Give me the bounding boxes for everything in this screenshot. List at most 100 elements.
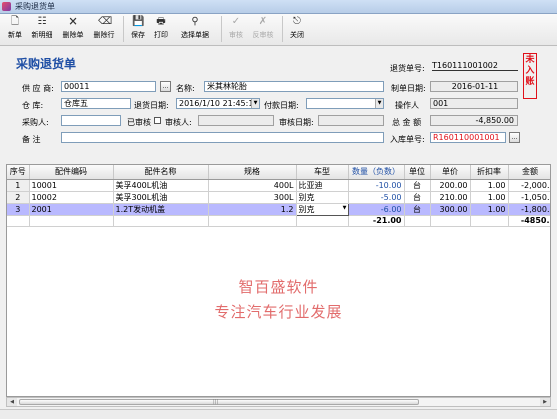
col-header-model[interactable]: 车型 [296,165,349,180]
window-titlebar: 采购退货单 [0,0,557,14]
cell-amount[interactable]: -1,800. [508,203,550,216]
supplier-code-field[interactable]: 00011 [61,81,156,92]
cell-spec[interactable]: 300L [208,191,297,204]
inbound-no-field[interactable]: R160110001001 [430,132,506,143]
chevron-down-icon[interactable]: ▼ [375,99,383,108]
col-header-discount[interactable]: 折扣率 [470,165,509,180]
delete-row-button[interactable]: ⌫ 删除行 [89,14,119,44]
print-button[interactable]: 🖶 打印 [150,14,172,44]
remark-field[interactable] [61,132,384,143]
new-detail-button[interactable]: ☷ 新明细 [27,14,57,44]
cell-price[interactable]: 210.00 [430,191,471,204]
cell-name[interactable]: 美孚300L机油 [113,191,209,204]
row-number: 1 [7,179,30,192]
total-amount-field: -4,850.00 [430,115,518,126]
inbound-no-label: 入库单号: [390,135,425,144]
delete-row-icon: ⌫ [98,16,113,27]
cell-model[interactable]: 别克 [296,191,349,204]
delete-doc-button[interactable]: 🗙 删除单 [58,14,88,44]
col-header-name[interactable]: 配件名称 [113,165,209,180]
audit-date-label: 审核日期: [279,118,314,127]
cell-code[interactable]: 2001 [29,203,114,216]
cell-qty[interactable]: -6.00 [348,203,405,216]
cell-qty[interactable]: -10.00 [348,179,405,192]
warehouse-field[interactable]: 仓库五 [61,98,131,109]
inbound-lookup-button[interactable]: … [509,132,520,143]
col-header-code[interactable]: 配件编码 [29,165,114,180]
new-doc-button[interactable]: 🗋 新单 [4,14,26,44]
cell-model-dropdown[interactable]: 别克 ▼ [295,202,349,216]
cell-discount[interactable]: 1.00 [470,191,509,204]
chevron-down-icon[interactable]: ▼ [343,205,347,211]
purchaser-label: 采购人: [22,118,49,127]
print-icon: 🖶 [156,16,166,27]
binoculars-icon: ⚲ [191,16,199,27]
audited-checkbox[interactable] [154,117,161,124]
total-qty: -21.00 [348,215,405,227]
doc-no-label: 退货单号: [390,64,425,73]
cell-name[interactable]: 美孚400L机油 [113,179,209,192]
cell-price[interactable]: 300.00 [430,203,471,216]
totals-blank [430,215,471,227]
unaudit-icon: ✗ [258,16,268,27]
col-header-no[interactable]: 序号 [7,165,30,180]
audit-icon: ✓ [231,16,241,27]
supplier-name-field[interactable]: 米其林轮胎 [204,81,384,92]
cell-discount[interactable]: 1.00 [470,179,509,192]
table-row[interactable]: 2 10002 美孚300L机油 300L 别克 -5.00 台 210.00 … [7,191,550,204]
select-document-button[interactable]: ⚲ 选择单据 [173,14,217,44]
operator-field: 001 [430,98,518,109]
cell-spec[interactable]: 1.2 [208,203,297,216]
cell-spec[interactable]: 400L [208,179,297,192]
col-header-qty[interactable]: 数量（负数） [348,165,405,180]
toolbar-separator [221,16,222,42]
row-number: 2 [7,191,30,204]
return-date-field[interactable]: 2016/1/10 21:45:10 ▼ [176,98,260,109]
cell-model[interactable]: 比亚迪 [296,179,349,192]
toolbar: 🗋 新单 ☷ 新明细 🗙 删除单 ⌫ 删除行 💾 保存 🖶 打印 ⚲ 选择单据 … [0,14,557,46]
detail-table: 序号 配件编码 配件名称 规格 车型 数量（负数） 单位 单价 折扣率 金额 1… [7,165,550,227]
unaudit-button[interactable]: ✗ 反审核 [248,14,278,44]
new-doc-icon: 🗋 [10,16,20,27]
grid-header-row: 序号 配件编码 配件名称 规格 车型 数量（负数） 单位 单价 折扣率 金额 [7,165,550,180]
scroll-left-icon[interactable]: ◀ [7,398,17,406]
total-amount-label: 总 金 额 [392,118,422,127]
cell-name[interactable]: 1.2T发动机盖 [113,203,209,216]
cell-code[interactable]: 10002 [29,191,114,204]
cell-amount[interactable]: -2,000. [508,179,550,192]
cell-discount[interactable]: 1.00 [470,203,509,216]
cell-unit[interactable]: 台 [404,179,431,192]
cell-qty[interactable]: -5.00 [348,191,405,204]
watermark-line-2: 专注汽车行业发展 [214,303,343,321]
purchaser-field[interactable] [61,115,121,126]
supplier-lookup-button[interactable]: … [160,81,171,92]
col-header-unit[interactable]: 单位 [404,165,431,180]
status-bar [0,409,557,419]
col-header-price[interactable]: 单价 [430,165,471,180]
cell-code[interactable]: 10001 [29,179,114,192]
warehouse-label: 仓 库: [22,101,44,110]
total-amount: -4850. [508,215,550,227]
col-header-spec[interactable]: 规格 [208,165,297,180]
exit-button[interactable]: ⎋ 关闭 [286,14,308,44]
toolbar-separator [123,16,124,42]
horizontal-scrollbar[interactable]: ◀ ||| ▶ [6,397,551,407]
scroll-grip-icon: ||| [213,399,219,405]
audit-button[interactable]: ✓ 审核 [225,14,247,44]
table-row[interactable]: 1 10001 美孚400L机油 400L 比亚迪 -10.00 台 200.0… [7,179,550,192]
scroll-right-icon[interactable]: ▶ [540,398,550,406]
cell-unit[interactable]: 台 [404,203,431,216]
form-title: 采购退货单 [16,57,77,71]
table-row-selected[interactable]: 3 2001 1.2T发动机盖 1.2 别克 ▼ -6.00 台 300.00 … [7,202,550,216]
col-header-amount[interactable]: 金额 [508,165,550,180]
cell-price[interactable]: 200.00 [430,179,471,192]
cell-amount[interactable]: -1,050. [508,191,550,204]
remark-label: 备 注 [22,135,41,144]
cell-unit[interactable]: 台 [404,191,431,204]
scroll-thumb[interactable] [19,399,419,405]
pay-date-field[interactable]: ▼ [306,98,384,109]
auditor-field [198,115,274,126]
totals-blank [404,215,431,227]
chevron-down-icon[interactable]: ▼ [251,99,259,108]
save-button[interactable]: 💾 保存 [127,14,149,44]
